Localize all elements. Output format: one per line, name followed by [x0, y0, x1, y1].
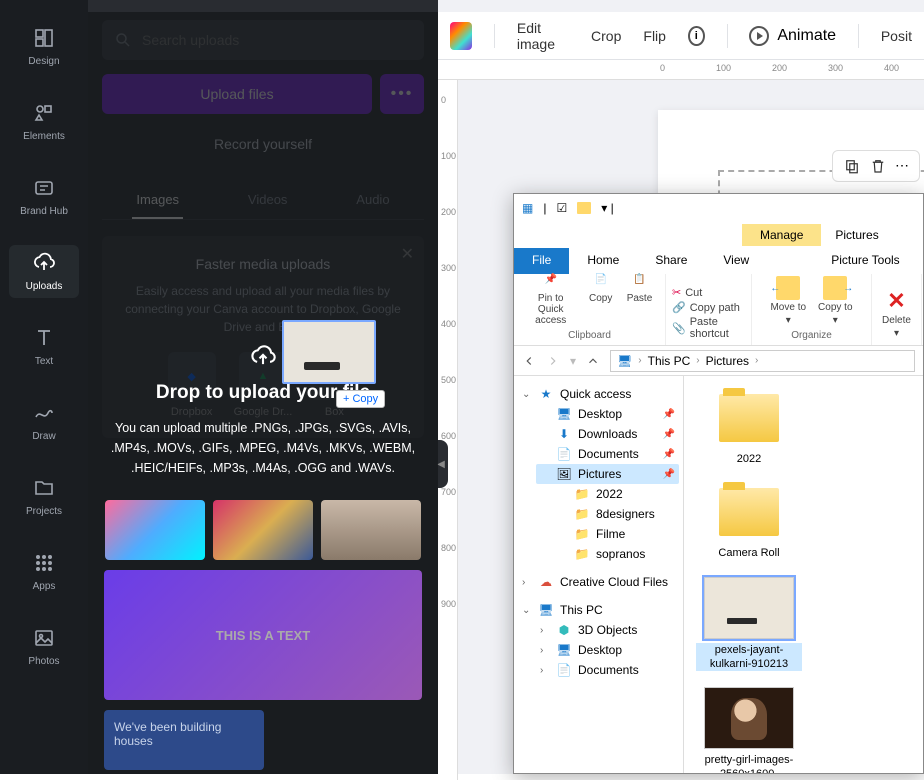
search-input[interactable] — [142, 32, 412, 48]
faster-title: Faster media uploads — [116, 256, 410, 272]
upload-more-button[interactable]: ••• — [380, 74, 424, 114]
faster-desc: Easily access and upload all your media … — [116, 282, 410, 336]
tree-this-pc[interactable]: ⌄🖥This PC — [518, 600, 679, 620]
folder-icon — [577, 202, 591, 214]
tree-folder[interactable]: 📁sopranos — [554, 544, 679, 564]
ruler-vertical: 0100 200300 400500 600700 800900 — [438, 80, 458, 780]
tree-3d-objects[interactable]: ›⬢3D Objects — [536, 620, 679, 640]
floating-tools: ⋯ — [832, 150, 920, 182]
rail-text[interactable]: Text — [9, 320, 79, 373]
rail-draw[interactable]: Draw — [9, 395, 79, 448]
connect-google-drive[interactable]: ▲Google Dr... — [234, 352, 293, 418]
panel-collapse-button[interactable]: ◀ — [434, 440, 448, 488]
tree-quick-access[interactable]: ⌄★Quick access — [518, 384, 679, 404]
copy-path-button[interactable]: 🔗Copy path — [672, 300, 740, 315]
file-image[interactable]: pretty-girl-images-2560x1600-wallpaper-c… — [696, 687, 802, 773]
upload-files-button[interactable]: Upload files — [102, 74, 372, 114]
color-picker[interactable] — [450, 22, 472, 50]
up-icon[interactable] — [586, 354, 600, 368]
crop-button[interactable]: Crop — [591, 28, 621, 44]
pin-quick-access-button[interactable]: 📌Pin to Quick access — [521, 265, 581, 328]
ruler-horizontal: 0 100 200 300 400 — [438, 60, 924, 80]
position-button[interactable]: Posit — [881, 28, 912, 44]
delete-button[interactable]: ✕Delete▾ — [876, 287, 917, 341]
close-icon[interactable]: ✕ — [401, 244, 414, 264]
rail-apps[interactable]: Apps — [9, 545, 79, 598]
file-image[interactable]: pexels-jayant-kulkarni-910213 — [696, 577, 802, 672]
file-folder[interactable]: Camera Roll — [696, 482, 802, 560]
trash-icon[interactable] — [869, 157, 887, 175]
tab-images[interactable]: Images — [132, 182, 183, 219]
rail-design[interactable]: Design — [9, 20, 79, 73]
file-explorer-window: ▦|☑▾ | Manage Pictures File Home Share V… — [513, 193, 924, 774]
ribbon: 📌Pin to Quick access 📄Copy 📋Paste Clipbo… — [514, 274, 923, 346]
copy-button[interactable]: 📄Copy — [583, 265, 619, 306]
tree-creative-cloud[interactable]: ›☁Creative Cloud Files — [518, 572, 679, 592]
duplicate-icon[interactable] — [843, 157, 861, 175]
explorer-files: 2022 Camera Roll pexels-jayant-kulkarni-… — [684, 376, 923, 773]
side-rail: Design Elements Brand Hub Uploads Text D… — [0, 0, 88, 774]
edit-image-button[interactable]: Edit image — [517, 20, 569, 52]
copy-to-button[interactable]: →Copy to▾ — [812, 274, 858, 328]
flip-button[interactable]: Flip — [643, 28, 666, 44]
explorer-tree: ⌄★Quick access 🖥Desktop📌 ⬇Downloads📌 📄Do… — [514, 376, 684, 773]
recent-dropdown-icon[interactable]: ▾ — [570, 354, 576, 368]
file-folder[interactable]: 2022 — [696, 388, 802, 466]
tree-downloads[interactable]: ⬇Downloads📌 — [536, 424, 679, 444]
search-uploads[interactable] — [102, 20, 424, 60]
rail-elements[interactable]: Elements — [9, 95, 79, 148]
tab-videos[interactable]: Videos — [244, 182, 292, 219]
ribbon-tab-view[interactable]: View — [705, 248, 767, 274]
more-icon[interactable]: ⋯ — [895, 157, 909, 175]
record-yourself-button[interactable]: Record yourself — [102, 124, 424, 164]
uploads-panel: Upload files ••• Record yourself Images … — [88, 0, 438, 774]
tree-folder[interactable]: 📁2022 — [554, 484, 679, 504]
tab-audio[interactable]: Audio — [352, 182, 393, 219]
rail-brand-hub[interactable]: Brand Hub — [9, 170, 79, 223]
tree-folder[interactable]: 📁Filme — [554, 524, 679, 544]
forward-icon[interactable] — [546, 354, 560, 368]
rail-projects[interactable]: Projects — [9, 470, 79, 523]
ribbon-tab-picture-tools[interactable]: Picture Tools — [813, 248, 917, 274]
rail-photos[interactable]: Photos — [9, 620, 79, 673]
paste-shortcut-button[interactable]: 📎Paste shortcut — [672, 315, 745, 341]
connect-box[interactable]: boxBox — [310, 352, 358, 418]
tree-documents-pc[interactable]: ›📄Documents — [536, 660, 679, 680]
tree-pictures[interactable]: 🖼Pictures📌 — [536, 464, 679, 484]
connect-dropbox[interactable]: ◆Dropbox — [168, 352, 216, 418]
tree-desktop-pc[interactable]: ›🖥Desktop — [536, 640, 679, 660]
address-bar[interactable]: 🖥 › This PC › Pictures › — [610, 350, 915, 372]
explorer-nav: ▾ 🖥 › This PC › Pictures › — [514, 346, 923, 376]
tree-folder[interactable]: 📁8designers — [554, 504, 679, 524]
faster-uploads-card: ✕ Faster media uploads Easily access and… — [102, 236, 424, 438]
animate-icon — [749, 26, 769, 46]
tree-documents[interactable]: 📄Documents📌 — [536, 444, 679, 464]
canvas-toolbar: Edit image Crop Flip i Animate Posit — [438, 12, 924, 60]
explorer-titlebar: ▦|☑▾ | — [514, 194, 923, 222]
animate-button[interactable]: Animate — [749, 26, 836, 46]
cut-button[interactable]: ✂Cut — [672, 285, 702, 300]
search-icon — [114, 31, 132, 49]
rail-uploads[interactable]: Uploads — [9, 245, 79, 298]
back-icon[interactable] — [522, 354, 536, 368]
window-title: Pictures — [821, 224, 892, 246]
upload-tabs: Images Videos Audio — [102, 182, 424, 220]
info-icon[interactable]: i — [688, 26, 705, 46]
move-to-button[interactable]: ←Move to▾ — [764, 274, 812, 328]
tree-desktop[interactable]: 🖥Desktop📌 — [536, 404, 679, 424]
manage-tab[interactable]: Manage — [742, 224, 821, 246]
paste-button[interactable]: 📋Paste — [621, 265, 659, 306]
